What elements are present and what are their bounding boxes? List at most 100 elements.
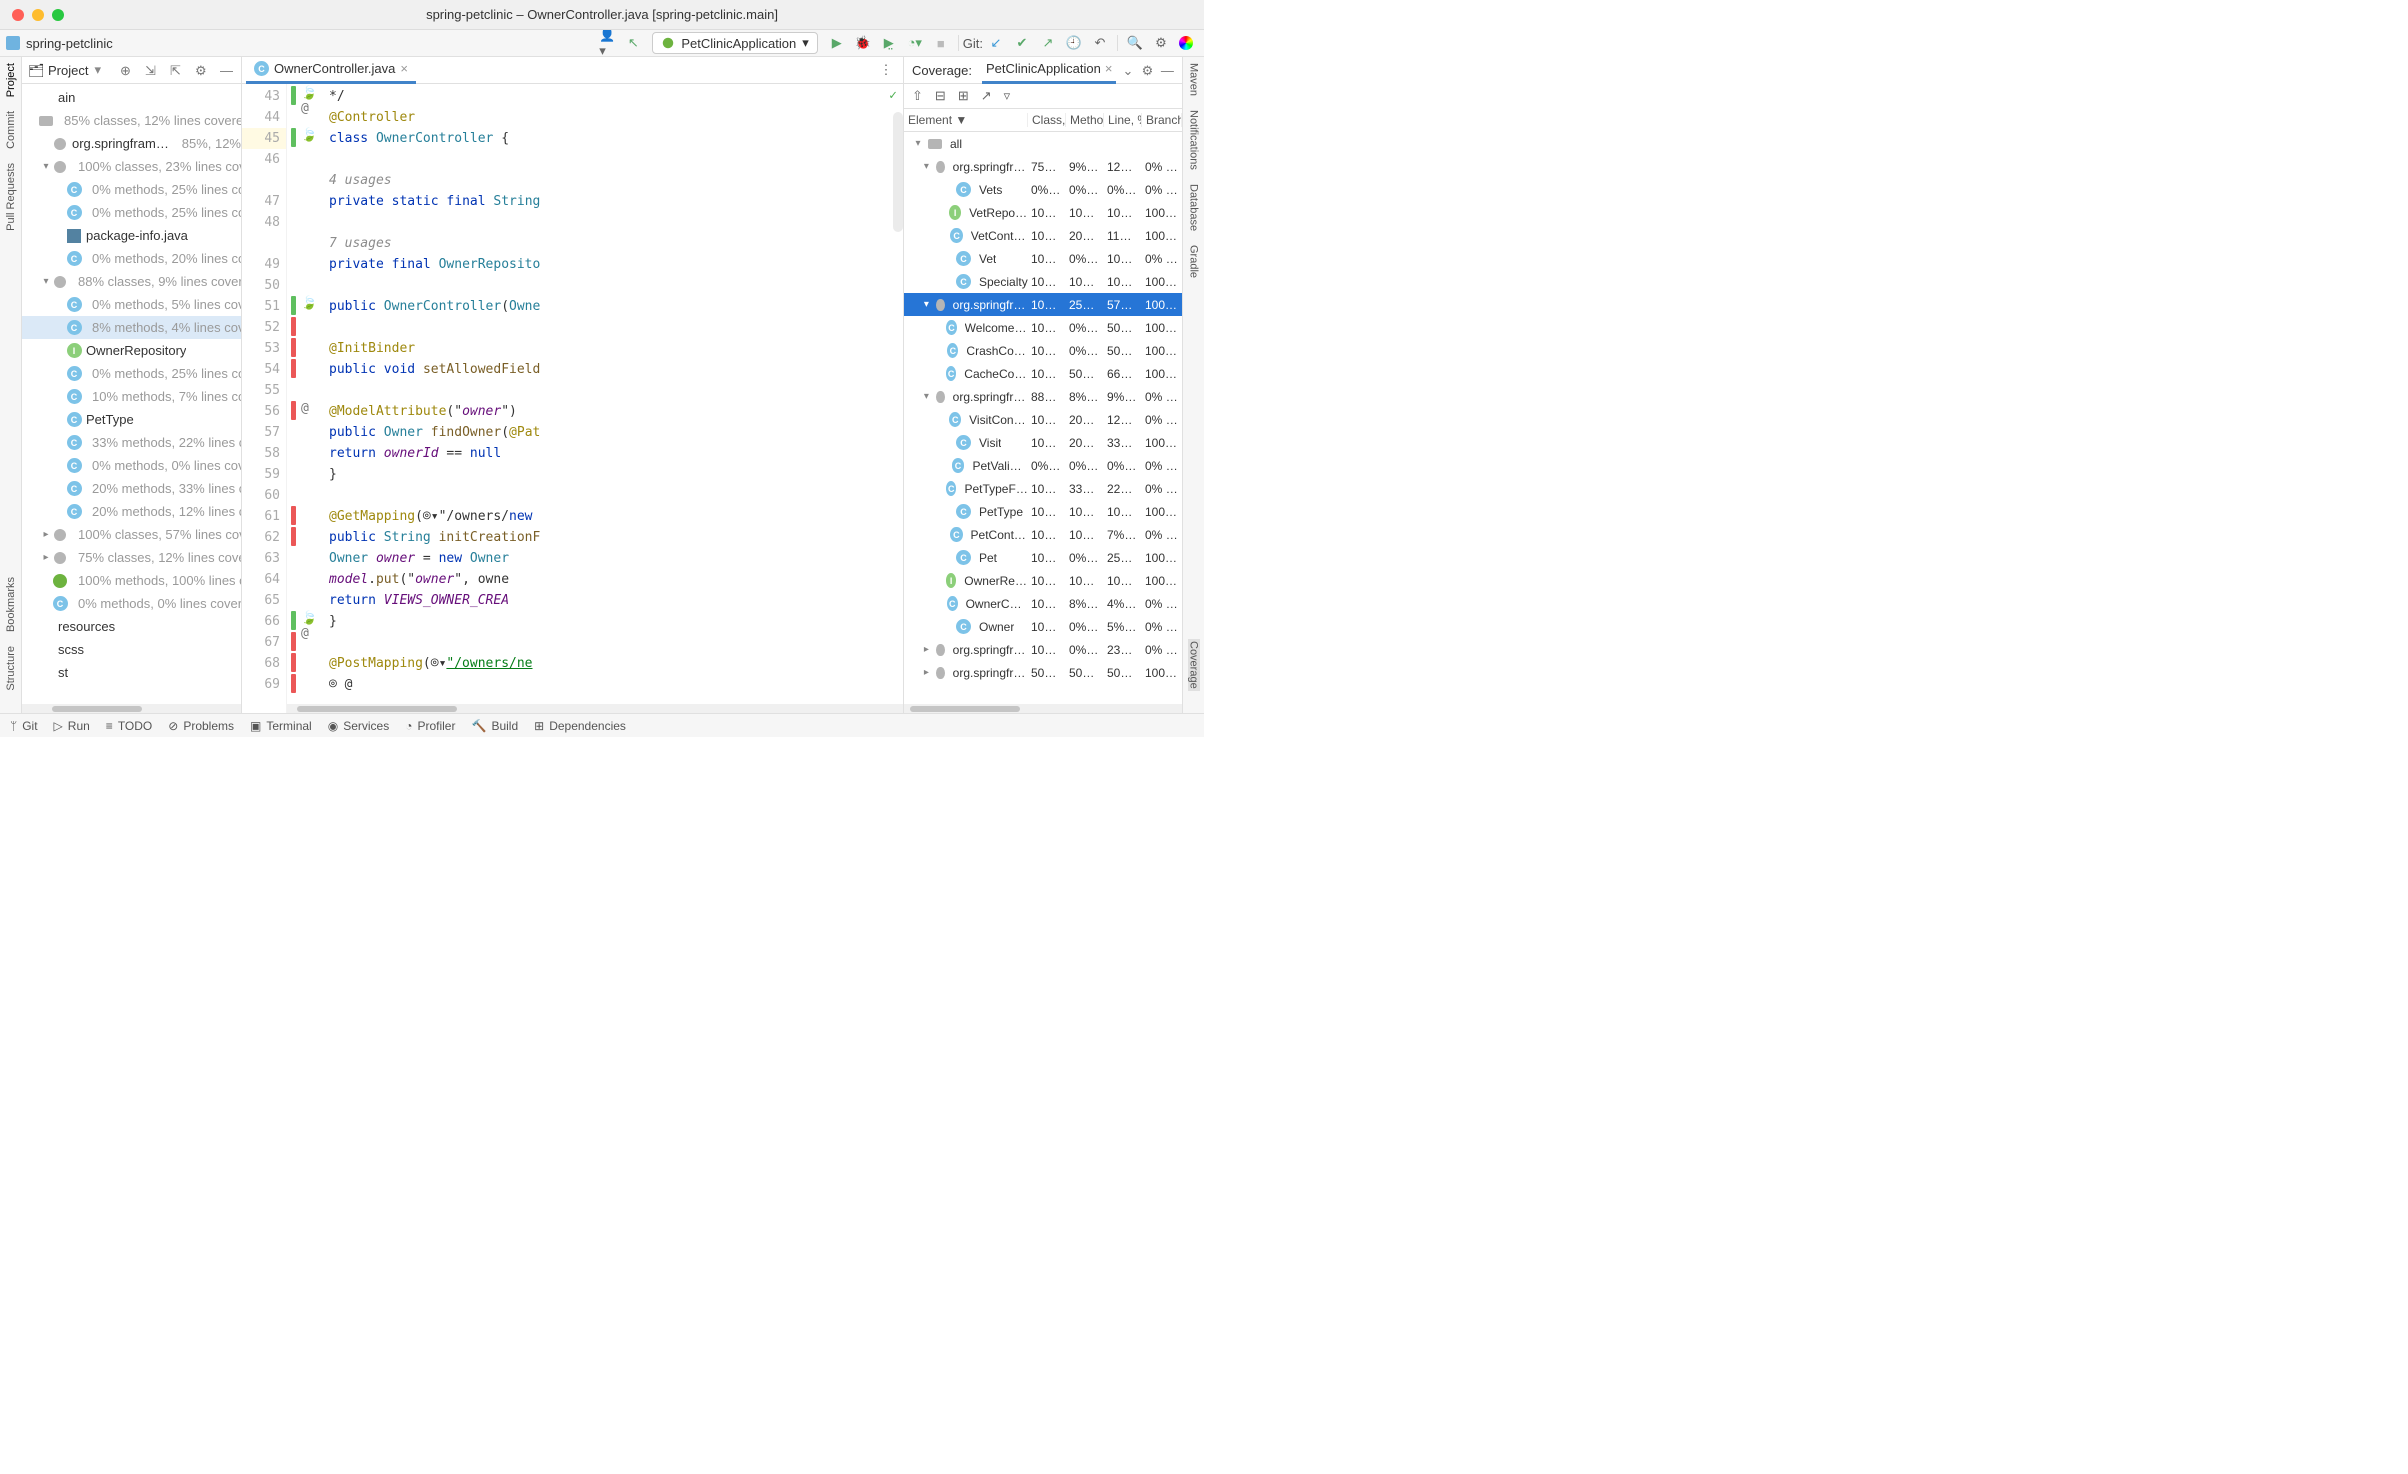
close-tab-icon[interactable]: × xyxy=(1105,61,1113,76)
gear-icon[interactable]: ⚙ xyxy=(195,63,210,78)
status-build[interactable]: 🔨Build xyxy=(471,719,518,733)
status-todo[interactable]: ≡TODO xyxy=(106,719,152,733)
coverage-row[interactable]: CVets0% (0…0% (0/1)0% (0/3)0% (0/2) xyxy=(904,178,1182,201)
undo-icon[interactable]: ↶ xyxy=(1092,35,1108,51)
project-h-scrollbar[interactable] xyxy=(22,704,241,713)
status-run[interactable]: ▷Run xyxy=(54,719,90,733)
locate-icon[interactable]: ⊕ xyxy=(120,63,135,78)
tree-row[interactable]: CPetTypeFormatter33% methods, 22% lines … xyxy=(22,431,241,454)
coverage-row[interactable]: COwner100%…0% (0/1…5% (2/38)0% (0/1… xyxy=(904,615,1182,638)
tree-row[interactable]: st xyxy=(22,661,241,684)
chevron-down-icon[interactable]: ▾ xyxy=(94,62,101,78)
tree-row[interactable]: IOwnerRepository xyxy=(22,339,241,362)
maximize-window[interactable] xyxy=(52,9,64,21)
status-git[interactable]: ᛘGit xyxy=(10,719,38,733)
editor-tab-owner-controller[interactable]: C OwnerController.java × xyxy=(246,57,416,84)
tree-row[interactable]: CPerson0% methods, 20% lines covered xyxy=(22,247,241,270)
rail-pull-requests[interactable]: Pull Requests xyxy=(5,163,17,231)
rail-gradle[interactable]: Gradle xyxy=(1188,245,1200,278)
coverage-row[interactable]: CPetTypeFormatte100%…33% (1/…22% (2/9)0%… xyxy=(904,477,1182,500)
coverage-row[interactable]: ▸org.springframework100%…0% (0/1…23% (3/… xyxy=(904,638,1182,661)
tree-row[interactable]: package-info.java xyxy=(22,224,241,247)
coverage-row[interactable]: CCrashController100%…0% (0/1)50% (1/2)10… xyxy=(904,339,1182,362)
rail-project[interactable]: Project xyxy=(5,63,17,97)
rail-database[interactable]: Database xyxy=(1188,184,1200,231)
git-push-icon[interactable]: ↗ xyxy=(1040,35,1056,51)
col-line[interactable]: Line, % xyxy=(1104,113,1142,127)
tree-row[interactable]: java85% classes, 12% lines covered xyxy=(22,109,241,132)
tree-row[interactable]: scss xyxy=(22,638,241,661)
tree-row[interactable]: resources xyxy=(22,615,241,638)
expand-all-icon[interactable]: ⇲ xyxy=(145,63,160,78)
tree-row[interactable]: ▾model100% classes, 23% lines covered xyxy=(22,155,241,178)
tree-row[interactable]: CPetClinicRuntimeHints0% methods, 0% lin… xyxy=(22,592,241,615)
coverage-row[interactable]: CPetController100%…10% (1/…7% (2/28)0% (… xyxy=(904,523,1182,546)
coverage-row[interactable]: CSpecialty100%…100% (…100% (1/1)100% (… xyxy=(904,270,1182,293)
tree-row[interactable]: CBaseEntity0% methods, 25% lines covered xyxy=(22,178,241,201)
status-terminal[interactable]: ▣Terminal xyxy=(250,719,312,733)
close-tab-icon[interactable]: × xyxy=(400,61,408,76)
git-history-icon[interactable]: 🕘 xyxy=(1066,35,1082,51)
editor-h-scrollbar[interactable] xyxy=(287,704,903,713)
rail-commit[interactable]: Commit xyxy=(5,111,17,149)
tree-row[interactable]: CVisitController20% methods, 12% lines c… xyxy=(22,500,241,523)
tree-row[interactable]: CNamedEntity0% methods, 25% lines covere… xyxy=(22,201,241,224)
status-services[interactable]: ◉Services xyxy=(328,719,390,733)
cov-filter-icon[interactable]: ▿ xyxy=(1004,88,1011,104)
rail-structure[interactable]: Structure xyxy=(5,646,17,691)
build-icon[interactable]: ↖ xyxy=(625,35,641,51)
collapse-all-icon[interactable]: ⇱ xyxy=(170,63,185,78)
status-profiler[interactable]: ◔Profiler xyxy=(405,719,455,733)
cov-expand-icon[interactable]: ⊞ xyxy=(958,88,969,104)
project-tree[interactable]: ainjava85% classes, 12% lines coveredorg… xyxy=(22,84,241,704)
run-config-selector[interactable]: PetClinicApplication ▾ xyxy=(652,32,817,54)
minimize-window[interactable] xyxy=(32,9,44,21)
tree-row[interactable]: CPetType xyxy=(22,408,241,431)
editor-body[interactable]: ✓ 43444546474849505152535455565758596061… xyxy=(242,84,903,713)
coverage-row[interactable]: COwnerController100%…8% (1/12)4% (2/45)0… xyxy=(904,592,1182,615)
user-icon[interactable]: 👤▾ xyxy=(599,35,615,51)
rail-notifications[interactable]: Notifications xyxy=(1188,110,1200,170)
settings-icon[interactable]: ⚙ xyxy=(1153,35,1169,51)
hide-icon[interactable]: — xyxy=(220,63,235,78)
tree-row[interactable]: ▸vet75% classes, 12% lines covered xyxy=(22,546,241,569)
search-icon[interactable]: 🔍 xyxy=(1127,35,1143,51)
profiler-run-icon[interactable]: ◔▾ xyxy=(907,35,923,51)
rail-maven[interactable]: Maven xyxy=(1188,63,1200,96)
coverage-table-body[interactable]: ▾all▾org.springframework75% (…9% (1/1112… xyxy=(904,132,1182,704)
cov-up-icon[interactable]: ⇧ xyxy=(912,88,923,104)
gear-icon[interactable]: ⚙ xyxy=(1142,63,1155,77)
tree-row[interactable]: ▾owner88% classes, 9% lines covered xyxy=(22,270,241,293)
coverage-row[interactable]: CVisit100%…20% (1/…33% (2/6)100% (… xyxy=(904,431,1182,454)
rail-coverage[interactable]: Coverage xyxy=(1188,639,1200,691)
coverage-row[interactable]: IVetRepository100%…100% (…100% (…100% (… xyxy=(904,201,1182,224)
col-element[interactable]: Element ▼ xyxy=(904,113,1028,127)
coverage-row[interactable]: CVetController100%…20% (1/…11% (2/18)100… xyxy=(904,224,1182,247)
tree-row[interactable]: PetClinicApplication100% methods, 100% l… xyxy=(22,569,241,592)
inspection-ok-icon[interactable]: ✓ xyxy=(889,88,897,103)
col-class[interactable]: Class, % xyxy=(1028,113,1066,127)
tree-row[interactable]: CPetValidator0% methods, 0% lines covere… xyxy=(22,454,241,477)
cov-export-icon[interactable]: ↗ xyxy=(981,88,992,104)
status-problems[interactable]: ⊘Problems xyxy=(168,719,234,733)
debug-icon[interactable]: 🐞 xyxy=(855,35,871,51)
coverage-row[interactable]: CPet100%…0% (0/6)25% (2/8)100% (… xyxy=(904,546,1182,569)
hide-icon[interactable]: — xyxy=(1161,63,1174,77)
coverage-run-icon[interactable]: ▶̤ xyxy=(881,35,897,51)
coverage-row[interactable]: CCacheConfigurati100%…50% (1/…66% (2/3)1… xyxy=(904,362,1182,385)
coverage-row[interactable]: CWelcomeControll100%…0% (0/1)50% (1/2)10… xyxy=(904,316,1182,339)
tree-row[interactable]: org.springframework.samples.petclinic85%… xyxy=(22,132,241,155)
git-pull-icon[interactable]: ↙ xyxy=(988,35,1004,51)
close-window[interactable] xyxy=(12,9,24,21)
coverage-tab[interactable]: PetClinicApplication × xyxy=(982,57,1117,84)
coverage-row[interactable]: CVisitController100%…20% (1/…12% (2/…0% … xyxy=(904,408,1182,431)
coverage-row[interactable]: IOwnerRepository100%…100% (…100% (0…100%… xyxy=(904,569,1182,592)
coverage-row[interactable]: ▾all xyxy=(904,132,1182,155)
tree-row[interactable]: CPetController10% methods, 7% lines cove… xyxy=(22,385,241,408)
coverage-h-scrollbar[interactable] xyxy=(904,704,1182,713)
rail-bookmarks[interactable]: Bookmarks xyxy=(5,577,17,632)
coverage-row[interactable]: ▸org.springframework50% (…50% (1/…50% (2… xyxy=(904,661,1182,684)
breadcrumb[interactable]: spring-petclinic xyxy=(6,36,113,51)
coverage-row[interactable]: ▾org.springframework100%…25% (1/…57% (4/… xyxy=(904,293,1182,316)
col-method[interactable]: Method, % xyxy=(1066,113,1104,127)
